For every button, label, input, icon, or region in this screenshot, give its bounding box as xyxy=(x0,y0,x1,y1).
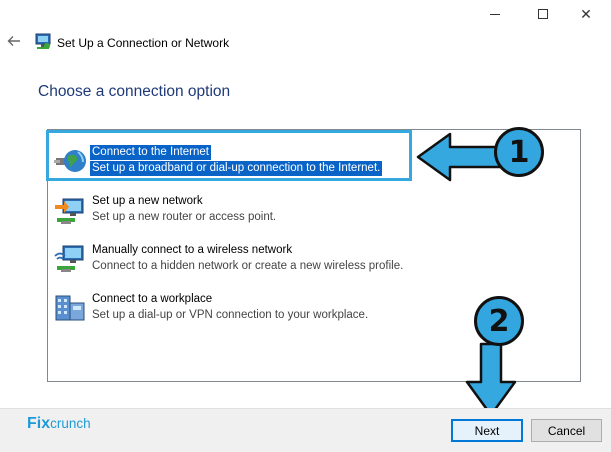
next-button[interactable]: Next xyxy=(451,419,523,442)
maximize-button[interactable] xyxy=(520,0,566,28)
option-new-network[interactable]: Set up a new network Set up a new router… xyxy=(51,189,571,233)
maximize-icon xyxy=(538,9,548,19)
network-setup-icon xyxy=(35,33,51,49)
close-button[interactable]: ✕ xyxy=(563,0,609,28)
wireless-network-icon xyxy=(54,245,84,272)
annotation-arrow-left-icon xyxy=(416,132,502,182)
highlight-box xyxy=(46,130,412,181)
watermark-logo: Fixcrunch xyxy=(27,415,91,433)
workplace-icon xyxy=(55,295,85,321)
page-heading: Choose a connection option xyxy=(38,83,231,100)
option-description: Set up a dial-up or VPN connection to yo… xyxy=(92,309,369,321)
watermark-part2: crunch xyxy=(50,416,91,431)
option-manual-wireless[interactable]: Manually connect to a wireless network C… xyxy=(51,238,571,282)
cancel-button[interactable]: Cancel xyxy=(531,419,602,442)
option-title: Connect to a workplace xyxy=(92,293,213,305)
close-icon: ✕ xyxy=(580,5,592,22)
option-description: Connect to a hidden network or create a … xyxy=(92,260,404,272)
minimize-icon xyxy=(490,13,500,15)
minimize-button[interactable] xyxy=(472,0,518,28)
option-title: Manually connect to a wireless network xyxy=(92,244,293,256)
title-bar: ✕ xyxy=(0,0,611,30)
step-2-badge: 2 xyxy=(474,296,524,346)
watermark-part1: Fix xyxy=(27,415,51,432)
annotation-arrow-down-icon xyxy=(465,342,517,417)
window-title: Set Up a Connection or Network xyxy=(57,36,230,50)
back-arrow-icon[interactable] xyxy=(6,33,22,49)
option-description: Set up a new router or access point. xyxy=(92,211,277,223)
option-title: Set up a new network xyxy=(92,195,203,207)
new-network-icon xyxy=(55,198,84,224)
step-1-badge: 1 xyxy=(494,127,544,177)
